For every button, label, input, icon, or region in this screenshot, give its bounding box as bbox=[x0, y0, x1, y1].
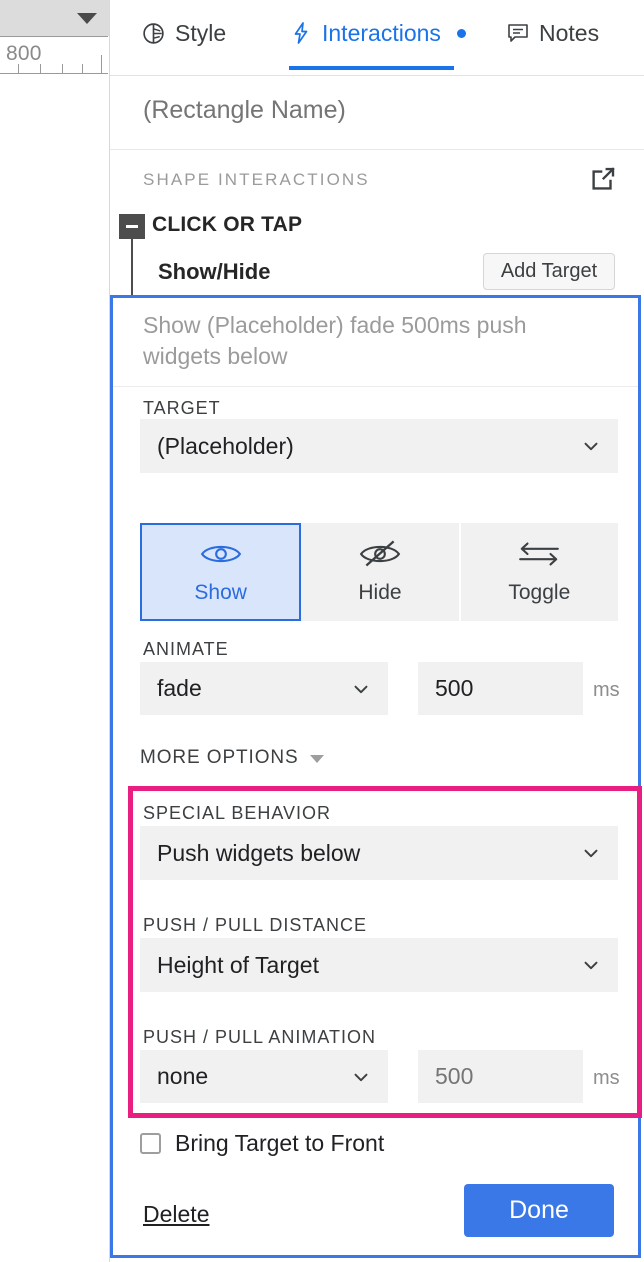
animate-duration-unit: ms bbox=[593, 679, 620, 701]
case-title: Show/Hide bbox=[158, 259, 271, 284]
shape-interactions-header: SHAPE INTERACTIONS bbox=[110, 150, 644, 210]
target-select-value: (Placeholder) bbox=[157, 432, 294, 459]
delete-action-link[interactable]: Delete bbox=[143, 1201, 209, 1228]
unsaved-changes-dot-icon bbox=[456, 28, 466, 38]
tab-style[interactable]: Style bbox=[141, 16, 226, 50]
action-editor-panel: Show (Placeholder) fade 500ms push widge… bbox=[110, 295, 642, 1258]
case-show-hide-row: Show/Hide Add Target bbox=[110, 253, 644, 297]
push-pull-animation-label: PUSH / PULL ANIMATION bbox=[143, 1027, 377, 1047]
animate-select[interactable]: fade bbox=[140, 662, 388, 715]
target-select[interactable]: (Placeholder) bbox=[140, 419, 618, 473]
eye-off-icon bbox=[359, 539, 401, 574]
interactions-panel-screen: 800 Style Interactions Notes (Rectangle … bbox=[0, 0, 644, 1262]
push-pull-animation-select[interactable]: none bbox=[140, 1050, 388, 1103]
ruler-tick bbox=[40, 64, 41, 73]
eye-icon bbox=[200, 539, 242, 574]
canvas-area[interactable] bbox=[0, 74, 108, 1262]
caret-down-icon[interactable] bbox=[77, 13, 97, 24]
special-behavior-select[interactable]: Push widgets below bbox=[140, 826, 618, 880]
push-pull-distance-select[interactable]: Height of Target bbox=[140, 938, 618, 992]
special-behavior-label: SPECIAL BEHAVIOR bbox=[143, 803, 332, 823]
ruler-value-label: 800 bbox=[6, 42, 42, 65]
lightning-bolt-icon bbox=[289, 21, 313, 45]
special-behavior-select-value: Push widgets below bbox=[157, 839, 361, 866]
push-pull-animation-duration-unit: ms bbox=[593, 1067, 620, 1089]
event-title: CLICK OR TAP bbox=[152, 213, 303, 236]
push-pull-animation-duration-input[interactable] bbox=[418, 1050, 583, 1103]
push-pull-distance-value: Height of Target bbox=[157, 951, 319, 978]
bring-target-to-front-row[interactable]: Bring Target to Front bbox=[140, 1130, 384, 1157]
chevron-down-icon bbox=[580, 842, 602, 864]
more-options-toggle[interactable]: MORE OPTIONS bbox=[140, 747, 324, 769]
more-options-label: MORE OPTIONS bbox=[140, 747, 299, 768]
inspector-tabbar: Style Interactions Notes bbox=[110, 0, 644, 76]
visibility-mode-hide[interactable]: Hide bbox=[301, 523, 461, 621]
tab-interactions-label: Interactions bbox=[322, 19, 441, 46]
ruler-tick-major bbox=[101, 55, 102, 73]
animate-duration-input[interactable] bbox=[418, 662, 583, 715]
visibility-mode-show-label: Show bbox=[194, 581, 247, 604]
shape-name-row bbox=[110, 76, 644, 150]
toggle-arrows-icon bbox=[516, 539, 562, 574]
tab-notes-label: Notes bbox=[539, 19, 600, 46]
chevron-down-icon bbox=[580, 435, 602, 457]
ruler-tick bbox=[18, 64, 19, 73]
ruler-tick bbox=[82, 64, 83, 73]
ruler-toolbar bbox=[0, 0, 109, 36]
active-tab-indicator bbox=[289, 66, 454, 70]
action-summary-text[interactable]: Show (Placeholder) fade 500ms push widge… bbox=[113, 298, 638, 387]
visibility-mode-hide-label: Hide bbox=[358, 581, 402, 604]
push-pull-animation-value: none bbox=[157, 1063, 209, 1089]
inspector-panel: Style Interactions Notes (Rectangle Name… bbox=[110, 0, 644, 1262]
chevron-down-icon bbox=[350, 678, 372, 700]
open-in-new-icon[interactable] bbox=[588, 164, 618, 199]
horizontal-ruler[interactable]: 800 bbox=[0, 36, 108, 74]
chevron-down-icon bbox=[350, 1066, 372, 1088]
caret-down-icon bbox=[309, 755, 324, 763]
visibility-mode-toggle[interactable]: Toggle bbox=[460, 523, 618, 621]
animate-select-value: fade bbox=[157, 675, 202, 701]
visibility-mode-show[interactable]: Show bbox=[140, 523, 302, 621]
note-bubble-icon bbox=[506, 21, 530, 45]
tab-style-label: Style bbox=[175, 19, 227, 46]
ruler-tick bbox=[62, 64, 63, 73]
visibility-mode-group: Show Hide Toggle bbox=[140, 523, 618, 621]
checkbox-unchecked-icon[interactable] bbox=[140, 1133, 161, 1154]
canvas-left-strip: 800 bbox=[0, 0, 110, 1262]
collapse-toggle-button[interactable] bbox=[119, 214, 145, 239]
visibility-mode-toggle-label: Toggle bbox=[508, 581, 571, 604]
target-label: TARGET bbox=[143, 398, 221, 418]
animate-label: ANIMATE bbox=[143, 639, 229, 659]
minus-icon bbox=[126, 225, 138, 228]
chevron-down-icon bbox=[580, 954, 602, 976]
event-click-or-tap-header: CLICK OR TAP bbox=[110, 208, 644, 248]
bring-target-to-front-label: Bring Target to Front bbox=[175, 1130, 385, 1156]
done-button[interactable]: Done bbox=[464, 1184, 614, 1237]
add-target-button[interactable]: Add Target bbox=[483, 253, 615, 290]
tab-notes[interactable]: Notes bbox=[506, 16, 599, 50]
style-icon bbox=[141, 21, 166, 46]
tab-interactions[interactable]: Interactions bbox=[289, 16, 466, 50]
shape-interactions-label: SHAPE INTERACTIONS bbox=[143, 170, 370, 189]
push-pull-distance-label: PUSH / PULL DISTANCE bbox=[143, 915, 368, 935]
shape-name-input[interactable] bbox=[143, 96, 613, 125]
